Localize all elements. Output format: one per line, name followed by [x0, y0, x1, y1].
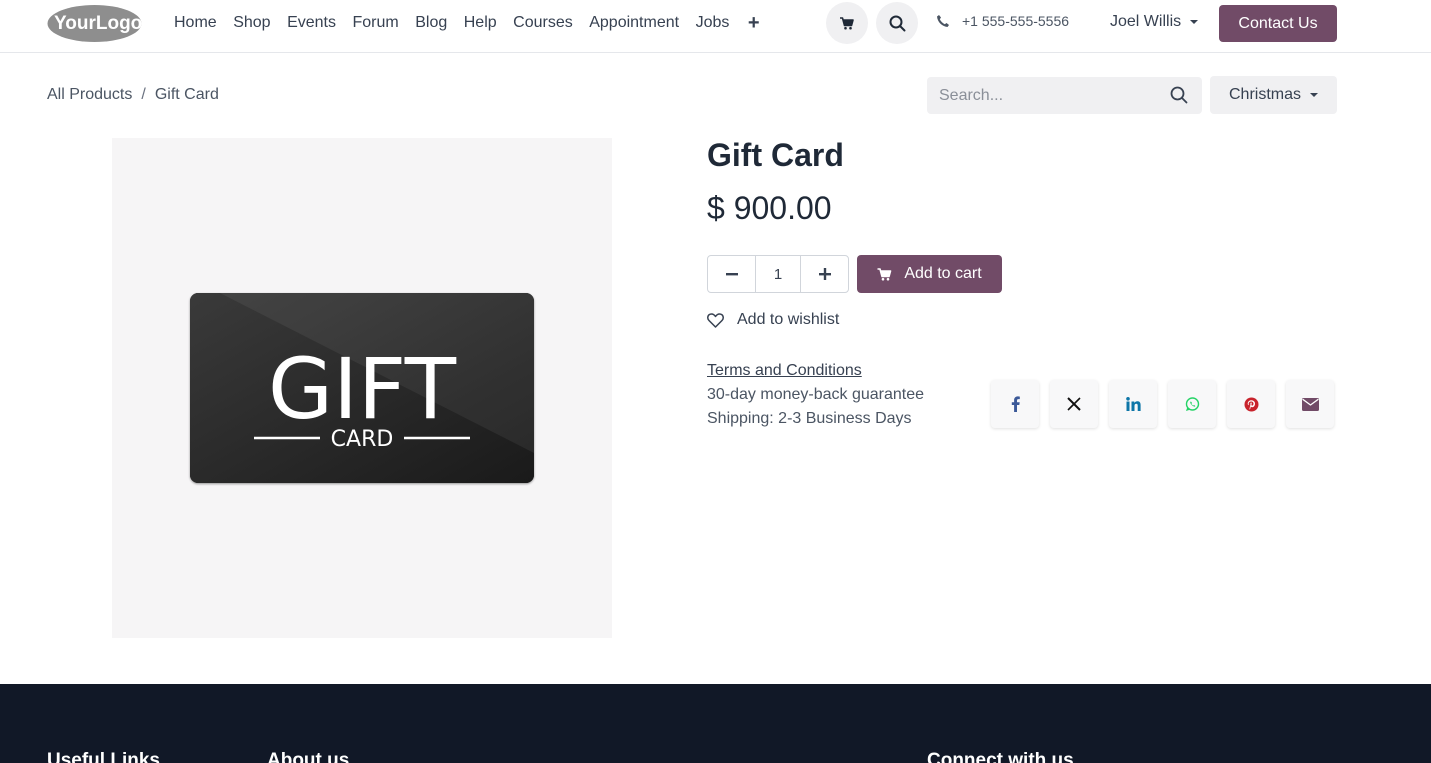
- x-icon: [1067, 397, 1081, 411]
- email-icon: [1301, 397, 1319, 411]
- nav-appointment[interactable]: Appointment: [589, 14, 679, 32]
- breadcrumb-all-products[interactable]: All Products: [47, 86, 132, 104]
- svg-text:YourLogo: YourLogo: [54, 13, 142, 34]
- terms-link[interactable]: Terms and Conditions: [707, 362, 862, 380]
- search-icon: [889, 15, 905, 31]
- main-menu: Home Shop Events Forum Blog Help Courses…: [174, 0, 760, 46]
- plus-icon: [818, 268, 831, 280]
- add-to-cart-button[interactable]: Add to cart: [857, 255, 1002, 293]
- pricelist-dropdown[interactable]: Christmas: [1210, 76, 1337, 114]
- svg-text:CARD: CARD: [331, 427, 394, 452]
- footer-about-us-heading: About us: [267, 750, 350, 763]
- linkedin-icon: [1125, 397, 1141, 411]
- phone-text: +1 555-555-5556: [962, 13, 1070, 29]
- footer-useful-links-heading: Useful Links: [47, 750, 160, 763]
- plus-icon[interactable]: +: [748, 12, 760, 35]
- share-x-button[interactable]: [1050, 380, 1098, 428]
- share-linkedin-button[interactable]: [1109, 380, 1157, 428]
- nav-blog[interactable]: Blog: [415, 14, 447, 32]
- svg-text:GIFT: GIFT: [268, 340, 457, 438]
- contact-us-button[interactable]: Contact Us: [1219, 5, 1337, 42]
- breadcrumb-current: Gift Card: [154, 86, 219, 103]
- user-menu[interactable]: Joel Willis: [1110, 13, 1199, 31]
- share-email-button[interactable]: [1286, 380, 1334, 428]
- cart-button[interactable]: [826, 2, 868, 44]
- wishlist-label: Add to wishlist: [737, 311, 840, 328]
- add-to-wishlist-button[interactable]: Add to wishlist: [707, 311, 839, 329]
- breadcrumb-separator: /: [141, 86, 146, 103]
- chevron-down-icon: [1190, 20, 1199, 24]
- quantity-input[interactable]: [755, 256, 801, 292]
- whatsapp-icon: [1185, 396, 1199, 411]
- gift-card-image: GIFT CARD: [190, 293, 534, 483]
- product-title: Gift Card: [707, 137, 844, 173]
- nav-forum[interactable]: Forum: [352, 14, 398, 32]
- top-navbar: YourLogo Home Shop Events Forum Blog Hel…: [0, 0, 1431, 53]
- nav-help[interactable]: Help: [464, 14, 497, 32]
- phone-icon: [937, 15, 949, 27]
- cart-icon: [840, 16, 854, 29]
- phone-number[interactable]: +1 555-555-5556: [936, 13, 1069, 29]
- nav-home[interactable]: Home: [174, 14, 217, 32]
- facebook-icon: [1011, 396, 1020, 412]
- share-pinterest-button[interactable]: [1227, 380, 1275, 428]
- product-search: [927, 77, 1202, 114]
- product-image[interactable]: GIFT CARD: [112, 138, 612, 638]
- nav-shop[interactable]: Shop: [233, 14, 270, 32]
- pinterest-icon: [1244, 397, 1258, 411]
- nav-jobs[interactable]: Jobs: [696, 14, 730, 32]
- shipping-text: Shipping: 2-3 Business Days: [707, 410, 912, 427]
- footer-connect-heading: Connect with us: [927, 750, 1074, 763]
- nav-courses[interactable]: Courses: [513, 14, 573, 32]
- user-name: Joel Willis: [1110, 13, 1182, 30]
- decrease-quantity-button[interactable]: [708, 256, 755, 292]
- increase-quantity-button[interactable]: [801, 256, 848, 292]
- chevron-down-icon: [1310, 93, 1318, 97]
- search-toggle-button[interactable]: [876, 2, 918, 44]
- search-icon[interactable]: [1170, 86, 1188, 104]
- cart-icon: [877, 267, 892, 280]
- logo[interactable]: YourLogo: [47, 4, 142, 43]
- guarantee-text: 30-day money-back guarantee: [707, 386, 925, 403]
- share-whatsapp-button[interactable]: [1168, 380, 1216, 428]
- pricelist-value: Christmas: [1228, 86, 1301, 103]
- add-to-cart-label: Add to cart: [904, 265, 982, 282]
- minus-icon: [725, 273, 738, 276]
- heart-icon: [707, 312, 724, 328]
- breadcrumb: All Products / Gift Card: [47, 86, 219, 104]
- quantity-stepper: [707, 255, 849, 293]
- footer: Useful Links About us Connect with us: [0, 684, 1431, 763]
- nav-events[interactable]: Events: [287, 14, 336, 32]
- share-facebook-button[interactable]: [991, 380, 1039, 428]
- product-price: $ 900.00: [707, 190, 832, 226]
- search-input[interactable]: [927, 77, 1157, 114]
